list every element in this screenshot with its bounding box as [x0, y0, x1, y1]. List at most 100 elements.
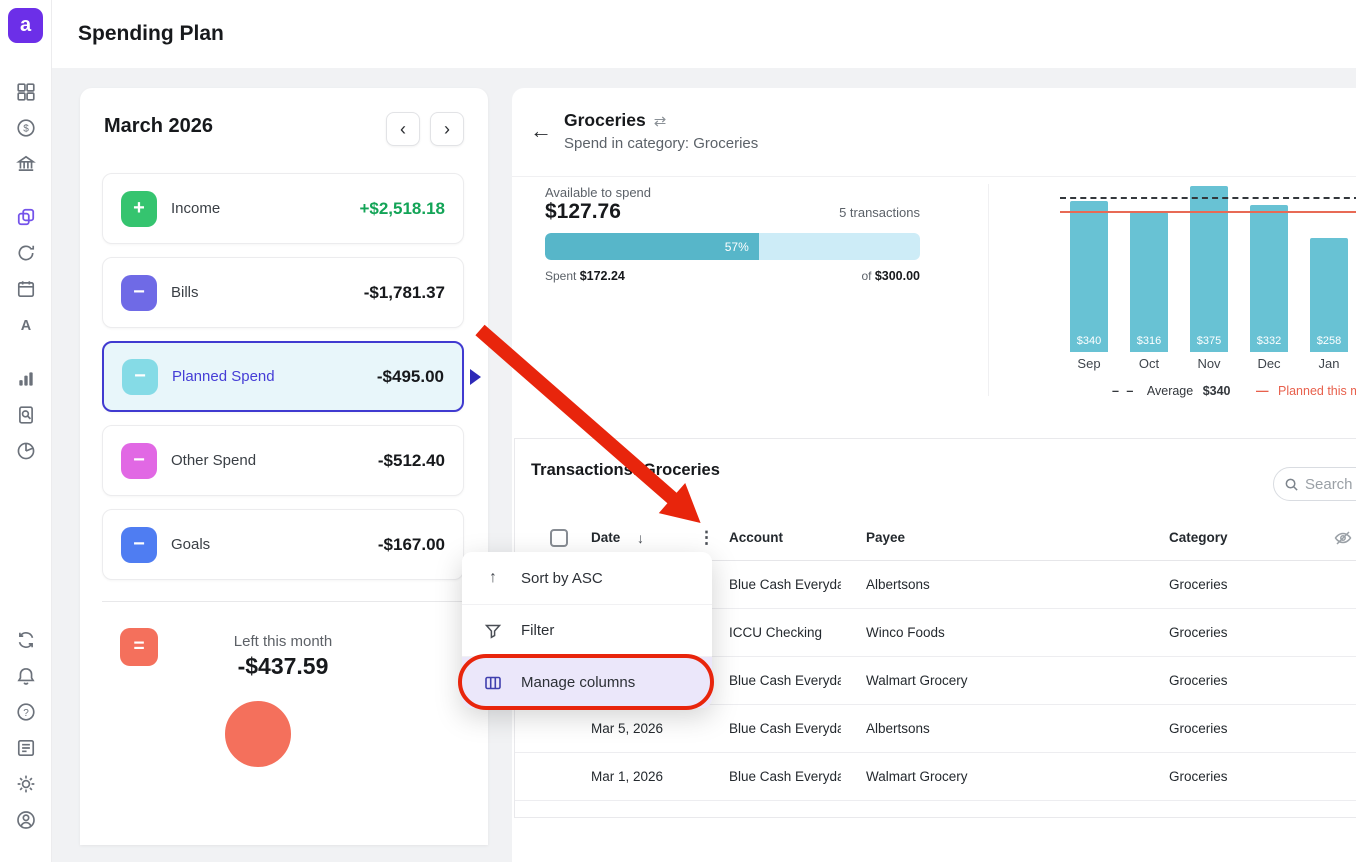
spending-plan-icon[interactable]: [16, 207, 36, 227]
column-header-account[interactable]: Account: [729, 515, 783, 561]
settings-icon[interactable]: [16, 774, 36, 794]
bills-icon: −: [121, 274, 157, 311]
spent-amount: $172.24: [579, 269, 625, 283]
column-header-payee[interactable]: Payee: [866, 515, 905, 561]
available-label: Available to spend: [545, 185, 652, 200]
chart-bar: $258: [1310, 238, 1348, 352]
chart-bar: $332: [1250, 205, 1288, 352]
category-subtitle: Spend in category: Groceries: [564, 135, 759, 152]
select-all-checkbox[interactable]: [550, 529, 568, 547]
app-logo[interactable]: a: [8, 8, 43, 43]
investments-icon[interactable]: A: [16, 315, 36, 335]
chart-bar: $316: [1130, 212, 1168, 352]
plan-row-amount: -$512.40: [377, 450, 445, 470]
cell-account: Blue Cash Everyda: [729, 721, 841, 736]
cell-account: Blue Cash Everyda: [729, 769, 841, 784]
progress-percent: 57%: [724, 239, 749, 254]
menu-item-label: Filter: [521, 622, 555, 639]
menu-item-manage-columns[interactable]: Manage columns: [462, 656, 712, 708]
column-context-menu: ↑ Sort by ASC Filter Manage columns: [462, 552, 712, 708]
reports-icon[interactable]: [16, 369, 36, 389]
menu-item-label: Manage columns: [521, 674, 636, 691]
bar-month-label: Nov: [1197, 356, 1221, 371]
back-button[interactable]: ←: [530, 118, 552, 144]
goals-icon: −: [121, 526, 157, 563]
plan-row-label: Goals: [171, 536, 211, 553]
category-title: Groceries ⇄: [564, 110, 667, 130]
bar-value-label: $375: [1196, 335, 1222, 347]
plan-row-label: Bills: [171, 284, 199, 301]
notifications-icon[interactable]: [16, 666, 36, 686]
help-icon[interactable]: ?: [16, 702, 36, 722]
chart-bar: $340: [1070, 201, 1108, 352]
divider: [102, 601, 464, 602]
planned-line: [1060, 211, 1356, 213]
prev-month-button[interactable]: ‹: [386, 112, 420, 146]
bar-value-label: $340: [1076, 335, 1102, 347]
bar-month-label: Dec: [1257, 356, 1281, 371]
search-input[interactable]: [1305, 475, 1356, 493]
menu-item-filter[interactable]: Filter: [462, 604, 712, 656]
search-report-icon[interactable]: [16, 405, 36, 425]
transactions-title: Transactions: Groceries: [531, 461, 720, 479]
selected-row-pointer: [470, 369, 481, 385]
bar-month-label: Sep: [1077, 356, 1101, 371]
bar-value-label: $258: [1316, 335, 1342, 347]
menu-item-label: Sort by ASC: [521, 569, 603, 587]
search-icon: [1285, 478, 1298, 491]
plan-row-income[interactable]: + Income +$2,518.18: [102, 173, 464, 244]
next-month-button[interactable]: ›: [430, 112, 464, 146]
plan-row-planned-spend[interactable]: − Planned Spend -$495.00: [102, 341, 464, 412]
planned-spend-icon: −: [122, 358, 158, 395]
plan-month-title: March 2026: [104, 115, 213, 137]
profile-icon[interactable]: [16, 810, 36, 830]
bar-value-label: $332: [1256, 335, 1282, 347]
available-amount: $127.76: [545, 200, 621, 223]
plan-row-goals[interactable]: − Goals -$167.00: [102, 509, 464, 580]
column-header-category[interactable]: Category: [1169, 515, 1228, 561]
menu-item-sort-asc[interactable]: ↑ Sort by ASC: [462, 552, 712, 604]
recurring-icon[interactable]: [16, 243, 36, 263]
sync-icon[interactable]: [16, 630, 36, 650]
app-window: Spending Plan a $ A ? March 2026 ‹ › + I…: [0, 0, 1356, 862]
hide-amounts-icon[interactable]: [1333, 528, 1353, 548]
income-icon: +: [121, 190, 157, 227]
transactions-icon[interactable]: $: [16, 118, 36, 138]
divider: [512, 176, 1356, 177]
plan-row-label: Other Spend: [171, 452, 257, 469]
page-title: Spending Plan: [78, 22, 224, 45]
search-box[interactable]: [1273, 467, 1356, 501]
table-row[interactable]: Mar 5, 2026 Blue Cash Everyda Albertsons…: [515, 705, 1356, 753]
news-icon[interactable]: [16, 738, 36, 758]
calendar-icon[interactable]: [16, 279, 36, 299]
columns-icon: [482, 674, 504, 692]
cell-payee: Walmart Grocery: [866, 769, 968, 784]
cell-payee: Albertsons: [866, 577, 930, 592]
category-detail-panel: ← Groceries ⇄ Spend in category: Grocerie…: [512, 88, 1356, 862]
average-legend-dash: – –: [1112, 384, 1136, 398]
accounts-icon[interactable]: [16, 154, 36, 174]
arrow-up-icon: ↑: [489, 569, 497, 586]
cell-account: Blue Cash Everyda: [729, 577, 841, 592]
pie-chart-icon[interactable]: [16, 441, 36, 461]
cell-category: Groceries: [1169, 769, 1228, 784]
sidebar: a $ A ?: [0, 0, 52, 862]
svg-text:?: ?: [23, 708, 29, 719]
planned-legend-dash: —: [1256, 384, 1269, 398]
cell-category: Groceries: [1169, 721, 1228, 736]
filter-icon: [482, 622, 504, 640]
dashboard-icon[interactable]: [16, 82, 36, 102]
plan-row-label: Planned Spend: [172, 368, 275, 385]
spending-donut-chart: [225, 701, 291, 767]
plan-row-label: Income: [171, 200, 221, 217]
top-header: Spending Plan: [0, 0, 1356, 68]
left-this-month-icon: =: [120, 628, 158, 666]
cell-date: Mar 5, 2026: [591, 721, 664, 736]
plan-row-other-spend[interactable]: − Other Spend -$512.40: [102, 425, 464, 496]
cell-payee: Walmart Grocery: [866, 673, 968, 688]
cell-category: Groceries: [1169, 673, 1228, 688]
table-row[interactable]: Mar 1, 2026 Blue Cash Everyda Walmart Gr…: [515, 753, 1356, 801]
spending-plan-card: March 2026 ‹ › + Income +$2,518.18 − Bil…: [80, 88, 488, 845]
svg-text:$: $: [23, 124, 29, 135]
plan-row-bills[interactable]: − Bills -$1,781.37: [102, 257, 464, 328]
